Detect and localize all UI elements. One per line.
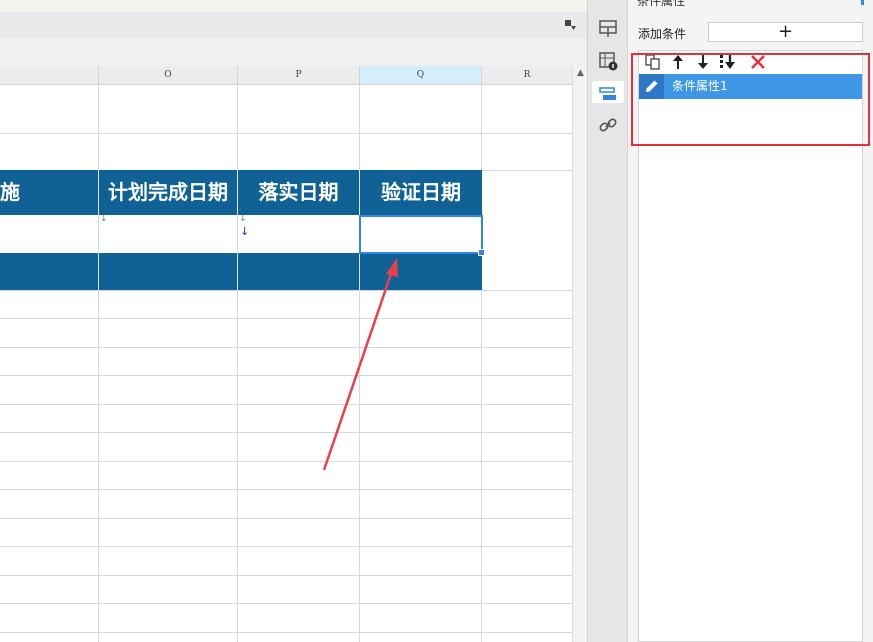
grid-line xyxy=(0,632,572,633)
grid-line xyxy=(0,404,572,405)
header-cell-verify-date[interactable]: 验证日期 xyxy=(360,170,482,214)
condition-attribute-icon xyxy=(599,87,616,100)
column-header-q[interactable]: Q xyxy=(360,66,482,84)
column-header-r[interactable]: R xyxy=(482,66,572,84)
grid-line xyxy=(0,546,572,547)
fill-handle[interactable] xyxy=(478,249,485,256)
scroll-up-icon[interactable]: ▲ xyxy=(573,66,588,80)
collapse-panel-icon[interactable] xyxy=(563,18,577,32)
grid-line xyxy=(481,85,482,642)
grid-line xyxy=(237,85,238,642)
grid-line xyxy=(0,518,572,519)
table-header-band: 施 计划完成日期 落实日期 验证日期 xyxy=(0,170,482,215)
sheet-toolbar xyxy=(0,12,587,38)
panel-title: 条件属性 xyxy=(637,0,686,8)
grid-line xyxy=(0,347,572,348)
column-header-n[interactable] xyxy=(0,66,99,84)
table-footer-band xyxy=(0,253,482,290)
grid-line xyxy=(0,375,572,376)
grid-line xyxy=(0,290,572,291)
grid-line xyxy=(0,432,572,433)
hyperlink-icon[interactable] xyxy=(597,114,619,136)
grid-line xyxy=(0,575,572,576)
formula-bar[interactable] xyxy=(0,38,587,66)
panel-accent xyxy=(861,0,864,5)
add-condition-label: 添加条件 xyxy=(638,27,687,41)
cell-expand-marker: ↓ xyxy=(100,214,108,224)
grid-line xyxy=(0,489,572,490)
grid-line xyxy=(0,603,572,604)
add-condition-button[interactable]: + xyxy=(708,22,863,42)
header-cell-planned-date[interactable]: 计划完成日期 xyxy=(99,170,237,214)
cell-expand-marker-blue: ↓ xyxy=(240,225,250,238)
grid-line xyxy=(359,85,360,642)
column-header-o[interactable]: O xyxy=(99,66,238,84)
column-header-row: O P Q R xyxy=(0,66,572,85)
grid-line xyxy=(98,85,99,642)
spreadsheet-grid[interactable]: O P Q R 施 计划完成日期 落实日期 验证日期 ↓ ↓ ↓ xyxy=(0,66,572,642)
annotation-highlight-box xyxy=(631,53,870,146)
condition-attribute-tab[interactable] xyxy=(592,81,624,103)
side-icon-rail xyxy=(587,0,628,642)
header-cell-implement-date[interactable]: 落实日期 xyxy=(238,170,359,214)
top-strip xyxy=(0,0,587,12)
grid-line xyxy=(0,318,572,319)
header-cell-measure[interactable]: 施 xyxy=(0,170,98,214)
cell-attribute-icon[interactable] xyxy=(597,50,619,72)
vertical-scrollbar[interactable]: ▲ xyxy=(572,66,588,642)
grid-line xyxy=(0,133,572,134)
grid-line xyxy=(0,461,572,462)
layout-icon[interactable] xyxy=(597,18,619,40)
cell-expand-marker: ↓ xyxy=(239,214,247,224)
column-header-p[interactable]: P xyxy=(238,66,360,84)
selected-cell-q[interactable] xyxy=(359,215,485,256)
